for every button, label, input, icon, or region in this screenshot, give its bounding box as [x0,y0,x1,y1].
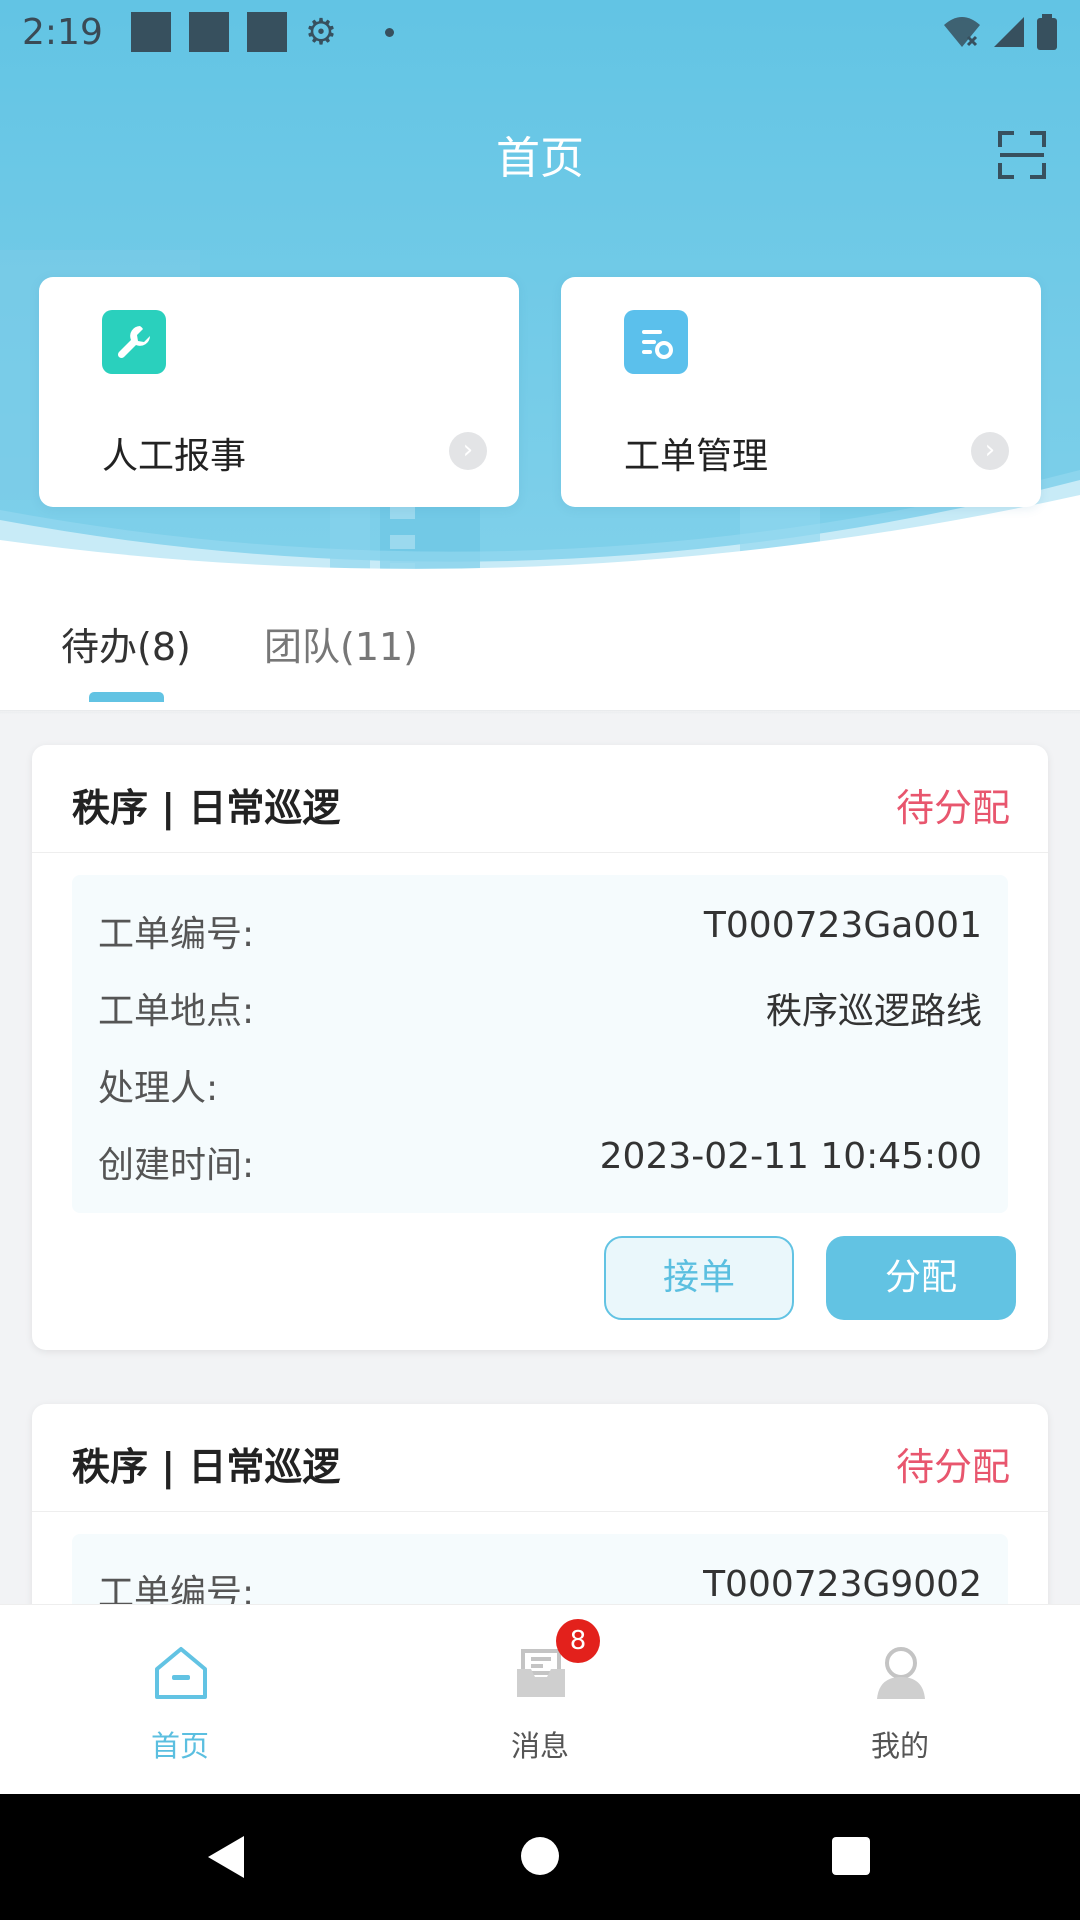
tab-team[interactable]: 团队(11) [264,616,418,671]
ticket-title: 秩序 | 日常巡逻 [72,1445,341,1489]
signal-icon [994,17,1024,47]
field-value: T000723G9002 [703,1564,982,1605]
manual-report-label: 人工报事 [102,436,247,477]
document-settings-icon [624,310,688,374]
manual-report-card[interactable]: 人工报事 › [39,277,519,507]
accept-order-button[interactable]: 接单 [604,1236,794,1320]
ticket-field-row: 处理人: [98,1059,982,1109]
back-icon[interactable] [206,1834,246,1880]
ticket-status: 待分配 [895,1445,1010,1489]
nav-profile-label: 我的 [870,1729,929,1763]
active-tab-indicator [89,692,164,702]
nav-messages[interactable]: 8 消息 [360,1605,720,1795]
ticket-card[interactable]: 秩序 | 日常巡逻 待分配 工单编号: T000723Ga001 工单地点: 秩… [32,745,1048,1350]
ticket-field-row: 创建时间: 2023-02-11 10:45:00 [98,1136,982,1186]
wifi-icon [944,17,980,47]
home-header: 2:19 ⚙ 首页 人工报事 › 工单管理 › 待办(8) 团队(11) [0,0,1080,712]
status-bar: 2:19 ⚙ [0,0,1080,64]
more-notifications-icon [385,27,395,37]
ticket-details: 工单编号: T000723Ga001 工单地点: 秩序巡逻路线 处理人: 创建时… [72,875,1008,1213]
settings-icon: ⚙ [304,11,338,53]
battery-icon [1037,14,1057,50]
message-count-badge: 8 [556,1619,600,1663]
ticket-header: 秩序 | 日常巡逻 待分配 [32,745,1048,853]
field-value: T000723Ga001 [703,905,982,946]
field-value: 2023-02-11 10:45:00 [599,1136,982,1177]
home-button-icon[interactable] [520,1836,560,1876]
field-label: 工单编号: [98,914,255,955]
tab-todo[interactable]: 待办(8) [61,616,191,671]
ticket-header: 秩序 | 日常巡逻 待分配 [32,1404,1048,1512]
scan-icon[interactable] [998,131,1046,179]
ticket-field-row: 工单编号: T000723Ga001 [98,905,982,955]
bottom-navigation: 首页 8 消息 我的 [0,1604,1080,1794]
field-value: 秩序巡逻路线 [765,991,982,1032]
ticket-title: 秩序 | 日常巡逻 [72,786,341,830]
chevron-right-icon: › [449,432,487,470]
page-title: 首页 [496,133,584,184]
notification-icon [130,12,171,52]
notification-icon [246,12,287,52]
field-label: 处理人: [98,1068,219,1109]
assign-order-button[interactable]: 分配 [826,1236,1016,1320]
home-icon [155,1647,207,1699]
work-order-management-card[interactable]: 工单管理 › [561,277,1041,507]
user-icon [877,1647,925,1699]
status-time: 2:19 [22,11,103,53]
nav-messages-label: 消息 [510,1729,569,1763]
ticket-tabs: 待办(8) 团队(11) [0,600,1080,712]
nav-home[interactable]: 首页 [0,1605,360,1795]
system-navigation-bar [0,1794,1080,1920]
recent-apps-icon[interactable] [831,1836,871,1876]
work-order-management-label: 工单管理 [624,436,769,477]
ticket-status: 待分配 [895,786,1010,830]
wrench-icon [102,310,166,374]
chevron-right-icon: › [971,432,1009,470]
ticket-field-row: 工单地点: 秩序巡逻路线 [98,982,982,1032]
header-divider [0,710,1080,714]
notification-icon [188,12,229,52]
nav-home-label: 首页 [150,1729,209,1763]
field-label: 工单地点: [98,991,255,1032]
field-label: 创建时间: [98,1145,255,1186]
nav-profile[interactable]: 我的 [720,1605,1080,1795]
